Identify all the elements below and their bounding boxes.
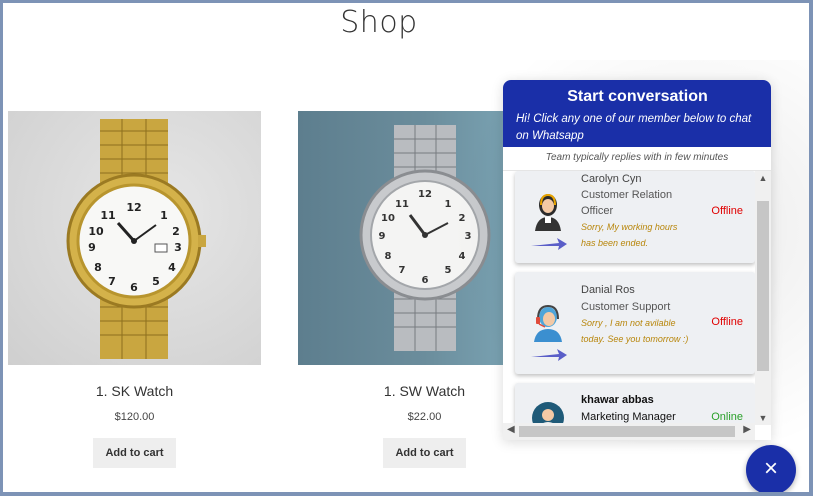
support-agent-avatar-icon <box>534 304 562 342</box>
scroll-left-arrow-icon[interactable]: ◀ <box>507 424 515 435</box>
scroll-up-arrow-icon[interactable]: ▲ <box>755 173 771 183</box>
svg-text:9: 9 <box>379 231 386 242</box>
svg-text:8: 8 <box>94 261 102 274</box>
svg-text:6: 6 <box>422 275 429 286</box>
svg-text:1: 1 <box>160 209 168 222</box>
status-badge: Offline <box>711 316 743 328</box>
member-message: Sorry , I am not avilable today. See you… <box>581 318 689 344</box>
svg-text:12: 12 <box>418 189 432 200</box>
horizontal-scrollbar[interactable]: ◀ ▶ <box>503 423 755 440</box>
scroll-down-arrow-icon[interactable]: ▼ <box>755 413 771 423</box>
svg-text:3: 3 <box>465 231 472 242</box>
arrow-icon <box>531 238 567 250</box>
member-card-khawar[interactable]: khawar abbas Marketing Manager Online <box>515 383 755 425</box>
svg-text:4: 4 <box>168 261 176 274</box>
product-name[interactable]: 1. SK Watch <box>8 383 261 399</box>
member-card-carolyn[interactable]: Carolyn Cyn Customer Relation Officer So… <box>515 171 755 263</box>
svg-text:12: 12 <box>126 201 141 214</box>
svg-text:10: 10 <box>88 225 104 238</box>
svg-text:2: 2 <box>459 213 466 224</box>
svg-text:8: 8 <box>385 251 392 262</box>
status-badge: Online <box>711 411 743 423</box>
chat-title: Start conversation <box>567 88 708 105</box>
svg-text:7: 7 <box>108 275 116 288</box>
chat-subtitle: Hi! Click any one of our member below to… <box>516 113 752 142</box>
svg-text:3: 3 <box>174 241 182 254</box>
add-to-cart-button[interactable]: Add to cart <box>383 438 466 468</box>
svg-text:4: 4 <box>459 251 466 262</box>
page-title: Shop <box>340 5 418 40</box>
svg-text:10: 10 <box>381 213 395 224</box>
svg-text:11: 11 <box>100 209 115 222</box>
product-price: $120.00 <box>114 411 155 423</box>
member-name: Danial Ros <box>581 284 635 296</box>
close-icon: × <box>763 455 778 482</box>
svg-text:6: 6 <box>130 281 138 294</box>
member-role: Customer Relation Officer <box>581 189 673 217</box>
svg-text:7: 7 <box>399 265 406 276</box>
status-badge: Offline <box>711 205 743 217</box>
product-card: 12 1 2 3 45 6 78 9 10 11 1. SK Watch $120.00 A… <box>8 111 261 468</box>
close-chat-button[interactable]: × <box>746 445 796 495</box>
svg-text:11: 11 <box>395 199 409 210</box>
add-to-cart-button[interactable]: Add to cart <box>93 438 176 468</box>
reply-time-note: Team typically replies with in few minut… <box>503 147 771 171</box>
vertical-scrollbar[interactable]: ▲ ▼ <box>755 171 771 425</box>
member-list[interactable]: Carolyn Cyn Customer Relation Officer So… <box>503 171 771 425</box>
member-role: Customer Support <box>581 301 671 313</box>
svg-text:5: 5 <box>152 275 160 288</box>
svg-text:1: 1 <box>445 199 452 210</box>
female-agent-avatar-icon <box>535 193 561 231</box>
member-message: Sorry, My working hours has been ended. <box>581 222 678 248</box>
chat-header: Start conversation Hi! Click any one of … <box>503 80 771 147</box>
member-card-danial[interactable]: Danial Ros Customer Support Sorry , I am… <box>515 272 755 374</box>
product-image[interactable]: 12 1 2 3 45 6 78 9 10 11 <box>8 111 261 365</box>
scroll-right-arrow-icon[interactable]: ▶ <box>743 424 751 435</box>
scrollbar-thumb[interactable] <box>519 426 735 437</box>
member-name: Carolyn Cyn <box>581 173 642 185</box>
svg-text:2: 2 <box>172 225 180 238</box>
arrow-icon <box>531 349 567 361</box>
marketing-agent-avatar-icon <box>532 402 564 425</box>
svg-text:9: 9 <box>88 241 96 254</box>
member-name: khawar abbas <box>581 394 654 406</box>
svg-text:5: 5 <box>445 265 452 276</box>
whatsapp-chat-widget: Start conversation Hi! Click any one of … <box>503 80 771 440</box>
gold-watch-image: 12 12 3 45 6 78 9 10 11 <box>66 119 206 359</box>
scrollbar-thumb[interactable] <box>757 201 769 371</box>
